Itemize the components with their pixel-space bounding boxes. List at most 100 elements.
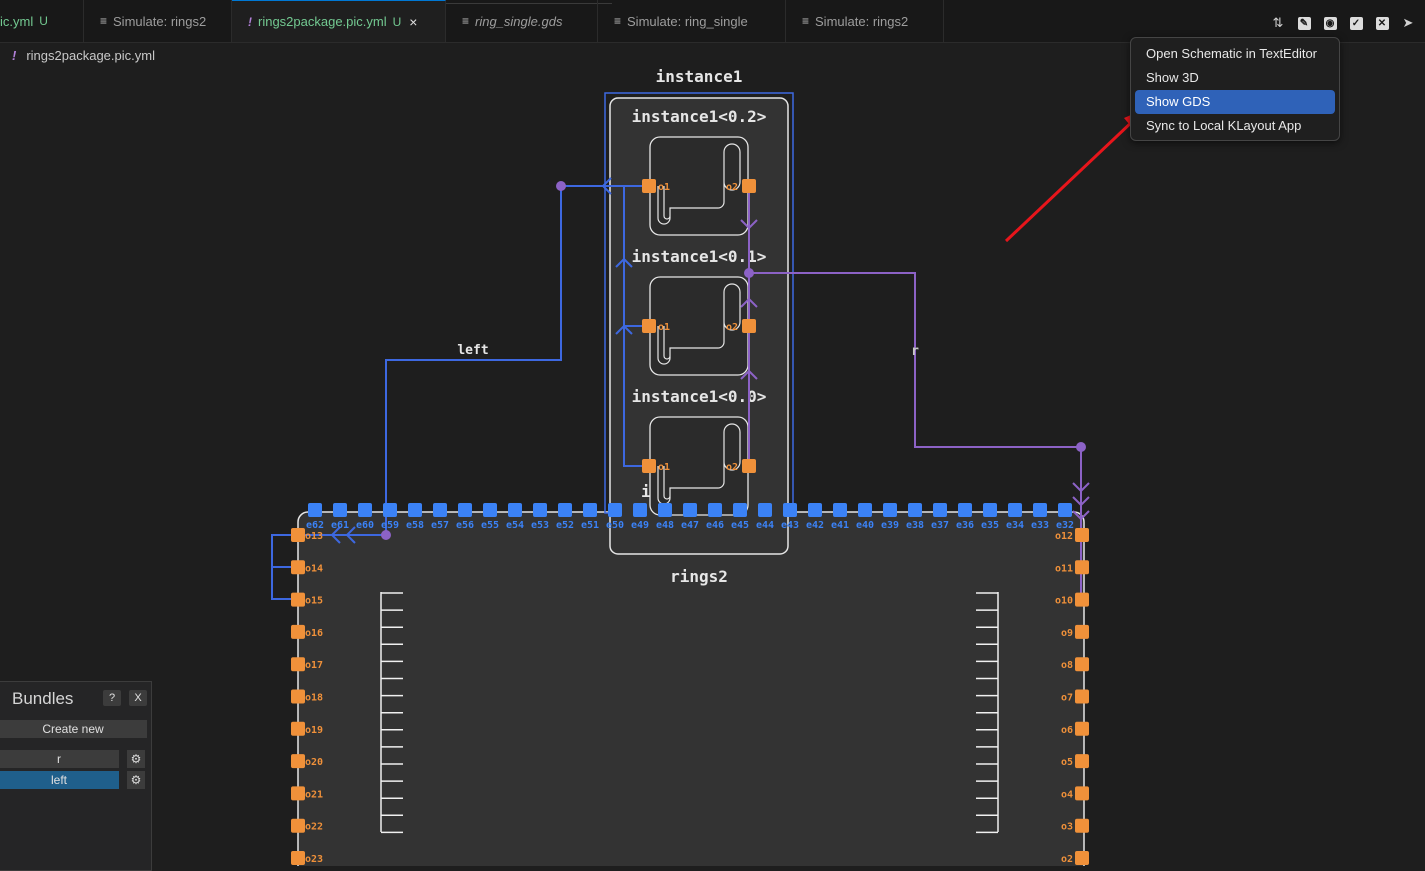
menu-item-show-3d[interactable]: Show 3D bbox=[1135, 66, 1335, 90]
port-e32[interactable] bbox=[1058, 503, 1072, 517]
port-label-o19: o19 bbox=[305, 725, 323, 736]
port-e50[interactable] bbox=[608, 503, 622, 517]
port-o10[interactable] bbox=[1075, 592, 1089, 607]
port-o19[interactable] bbox=[291, 721, 305, 736]
port-o15[interactable] bbox=[291, 592, 305, 607]
net-junction bbox=[381, 530, 391, 540]
port-label-e32: e32 bbox=[1056, 520, 1074, 531]
port-label: o2 bbox=[726, 322, 738, 333]
port-label-e61: e61 bbox=[331, 520, 349, 531]
help-button[interactable]: ? bbox=[103, 690, 121, 706]
bundles-panel: Bundles ? X Create new r ⚙ left ⚙ bbox=[0, 681, 152, 871]
port-e57[interactable] bbox=[433, 503, 447, 517]
gear-icon[interactable]: ⚙ bbox=[127, 771, 145, 789]
port-o14[interactable] bbox=[291, 560, 305, 575]
port-e34[interactable] bbox=[1008, 503, 1022, 517]
port-o1[interactable] bbox=[642, 179, 656, 193]
bundle-item-left[interactable]: left bbox=[0, 771, 119, 789]
instance-title: instance1 bbox=[656, 67, 743, 86]
port-o2[interactable] bbox=[742, 179, 756, 193]
port-label-e48: e48 bbox=[656, 520, 674, 531]
port-o16[interactable] bbox=[291, 624, 305, 639]
port-e53[interactable] bbox=[533, 503, 547, 517]
port-e59[interactable] bbox=[383, 503, 397, 517]
port-e49[interactable] bbox=[633, 503, 647, 517]
port-label: o1 bbox=[658, 182, 670, 193]
port-label-o7: o7 bbox=[1061, 693, 1073, 704]
port-e56[interactable] bbox=[458, 503, 472, 517]
close-button[interactable]: X bbox=[129, 690, 147, 706]
menu-item-sync-klayout[interactable]: Sync to Local KLayout App bbox=[1135, 114, 1335, 138]
port-label-e40: e40 bbox=[856, 520, 874, 531]
package-box[interactable] bbox=[297, 511, 1085, 866]
port-o12[interactable] bbox=[1075, 528, 1089, 542]
port-e39[interactable] bbox=[883, 503, 897, 517]
port-o17[interactable] bbox=[291, 657, 305, 672]
port-label-o14: o14 bbox=[305, 563, 323, 574]
create-new-button[interactable]: Create new bbox=[0, 720, 147, 738]
menu-item-open-schematic[interactable]: Open Schematic in TextEditor bbox=[1135, 42, 1335, 66]
port-label-e52: e52 bbox=[556, 520, 574, 531]
port-e45[interactable] bbox=[733, 503, 747, 517]
port-e58[interactable] bbox=[408, 503, 422, 517]
port-o3[interactable] bbox=[1075, 818, 1089, 833]
port-label-e50: e50 bbox=[606, 520, 624, 531]
port-label-e59: e59 bbox=[381, 520, 399, 531]
sub-instance-label: instance1<0.2> bbox=[632, 107, 767, 126]
port-e44[interactable] bbox=[758, 503, 772, 517]
port-e43[interactable] bbox=[783, 503, 797, 517]
port-o7[interactable] bbox=[1075, 689, 1089, 704]
port-o18[interactable] bbox=[291, 689, 305, 704]
net-junction bbox=[744, 268, 754, 278]
port-o1[interactable] bbox=[642, 459, 656, 473]
package-title: rings2 bbox=[670, 567, 728, 586]
port-e62[interactable] bbox=[308, 503, 322, 517]
port-o23[interactable] bbox=[291, 851, 305, 865]
port-o2[interactable] bbox=[742, 459, 756, 473]
port-label-o20: o20 bbox=[305, 757, 323, 768]
port-o22[interactable] bbox=[291, 818, 305, 833]
menu-item-show-gds[interactable]: Show GDS bbox=[1135, 90, 1335, 114]
port-e41[interactable] bbox=[833, 503, 847, 517]
port-o9[interactable] bbox=[1075, 624, 1089, 639]
port-label-o6: o6 bbox=[1061, 725, 1073, 736]
port-label-e58: e58 bbox=[406, 520, 424, 531]
port-label-o12: o12 bbox=[1055, 531, 1073, 542]
net-label-left: left bbox=[457, 343, 488, 358]
port-label-o21: o21 bbox=[305, 789, 323, 800]
port-e61[interactable] bbox=[333, 503, 347, 517]
port-o13[interactable] bbox=[291, 528, 305, 542]
bundle-item-r[interactable]: r bbox=[0, 750, 119, 768]
port-o5[interactable] bbox=[1075, 754, 1089, 769]
port-o2[interactable] bbox=[742, 319, 756, 333]
port-o8[interactable] bbox=[1075, 657, 1089, 672]
port-e40[interactable] bbox=[858, 503, 872, 517]
port-e55[interactable] bbox=[483, 503, 497, 517]
gear-icon[interactable]: ⚙ bbox=[127, 750, 145, 768]
port-o21[interactable] bbox=[291, 786, 305, 801]
port-e37[interactable] bbox=[933, 503, 947, 517]
port-e46[interactable] bbox=[708, 503, 722, 517]
port-o4[interactable] bbox=[1075, 786, 1089, 801]
port-e52[interactable] bbox=[558, 503, 572, 517]
port-label-e53: e53 bbox=[531, 520, 549, 531]
port-e48[interactable] bbox=[658, 503, 672, 517]
port-e47[interactable] bbox=[683, 503, 697, 517]
port-label-o13: o13 bbox=[305, 531, 323, 542]
port-o2[interactable] bbox=[1075, 851, 1089, 865]
port-label-e54: e54 bbox=[506, 520, 524, 531]
port-e33[interactable] bbox=[1033, 503, 1047, 517]
port-o20[interactable] bbox=[291, 754, 305, 769]
sub-instance-label: instance1<0.1> bbox=[632, 247, 767, 266]
port-e51[interactable] bbox=[583, 503, 597, 517]
port-o1[interactable] bbox=[642, 319, 656, 333]
port-e38[interactable] bbox=[908, 503, 922, 517]
port-o11[interactable] bbox=[1075, 560, 1089, 575]
bundles-title: Bundles bbox=[12, 689, 74, 708]
port-e42[interactable] bbox=[808, 503, 822, 517]
port-e36[interactable] bbox=[958, 503, 972, 517]
port-e35[interactable] bbox=[983, 503, 997, 517]
port-o6[interactable] bbox=[1075, 721, 1089, 736]
port-e60[interactable] bbox=[358, 503, 372, 517]
port-e54[interactable] bbox=[508, 503, 522, 517]
